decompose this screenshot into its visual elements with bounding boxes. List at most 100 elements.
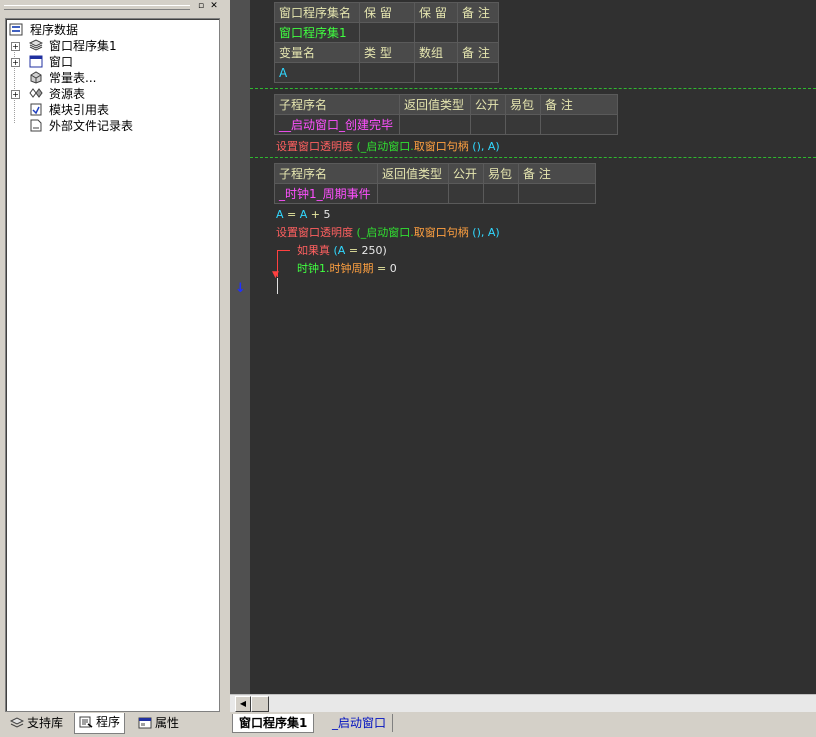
header-cell: 变量名 (274, 42, 360, 63)
operator: = (348, 244, 359, 257)
method-call: 取窗口句柄 (413, 140, 469, 153)
number-literal: 0 (389, 262, 397, 275)
table-cell[interactable] (448, 183, 484, 204)
code-line[interactable]: 设置窗口透明度 (_启动窗口.取窗口句柄 (), A) (276, 225, 500, 241)
table-cell[interactable] (457, 22, 499, 43)
section-separator (250, 157, 816, 158)
number-literal: 250) (361, 244, 387, 257)
header-cell: 窗口程序集名 (274, 2, 360, 23)
keyword: 如果真 (297, 244, 330, 257)
table-cell[interactable] (359, 62, 415, 83)
object-ref: 时钟1. (297, 262, 330, 275)
tree-item-label: 窗口 (49, 55, 74, 69)
table-cell[interactable] (505, 114, 541, 135)
header-cell: 保 留 (414, 2, 458, 23)
database-icon (9, 23, 23, 36)
table-cell[interactable] (399, 114, 471, 135)
method-call: 取窗口句柄 (413, 226, 469, 239)
line-gutter (230, 0, 250, 694)
func-call: 设置窗口透明度 (276, 140, 353, 153)
subroutine-table: 子程序名 返回值类型 公开 易包 备 注 _时钟1_周期事件 (274, 163, 596, 204)
program-icon (79, 716, 93, 728)
table-cell[interactable] (540, 114, 618, 135)
left-panel-tabs: 支持库 程序 属性 (0, 712, 226, 737)
table-cell[interactable] (483, 183, 519, 204)
var-ref: A (299, 208, 308, 221)
document-tabs: 窗口程序集1 _启动窗口 (230, 712, 816, 737)
func-args-tail: (), A) (472, 226, 500, 239)
subroutine-name-cell[interactable]: __启动窗口_创建完毕 (274, 114, 400, 135)
panel-grip[interactable] (4, 5, 190, 10)
header-cell: 子程序名 (274, 163, 378, 184)
scroll-left-icon[interactable]: ◀ (235, 696, 251, 712)
subroutine-table: 子程序名 返回值类型 公开 易包 备 注 __启动窗口_创建完毕 (274, 94, 618, 135)
close-icon[interactable]: ✕ (209, 1, 219, 11)
code-line-if[interactable]: 如果真 (A = 250) (297, 243, 387, 259)
tree-item-label: 资源表 (49, 87, 86, 101)
number-literal: 5 (323, 208, 331, 221)
header-cell: 类 型 (359, 42, 415, 63)
module-icon (30, 103, 42, 116)
layers-icon (29, 39, 43, 51)
tree-item-label: 外部文件记录表 (49, 119, 134, 133)
table-cell[interactable] (377, 183, 449, 204)
current-line-arrow-icon: ↓ (235, 281, 246, 296)
window-icon (29, 55, 43, 68)
library-icon (10, 717, 24, 728)
scroll-thumb[interactable] (251, 696, 269, 712)
header-cell: 子程序名 (274, 94, 400, 115)
table-cell[interactable] (414, 62, 458, 83)
header-cell: 备 注 (540, 94, 618, 115)
horizontal-scrollbar[interactable] (230, 694, 816, 713)
property-ref: 时钟周期 (329, 262, 374, 275)
header-cell: 返回值类型 (399, 94, 471, 115)
header-cell: 数组 (414, 42, 458, 63)
resource-icon (29, 88, 43, 98)
table-cell[interactable] (470, 114, 506, 135)
operator: = (377, 262, 387, 275)
tab-library[interactable]: 支持库 (6, 714, 67, 732)
subroutine-name-cell[interactable]: _时钟1_周期事件 (274, 183, 378, 204)
tree-item-label: 常量表... (49, 71, 97, 85)
text-caret (277, 278, 278, 294)
restore-icon[interactable]: ▫ (196, 1, 206, 11)
section-separator (250, 88, 816, 89)
project-tree[interactable]: 程序数据 + 窗口程序集1 + 窗口 常量表... + 资源表 模块引用表 外部… (5, 18, 220, 712)
expand-icon[interactable]: + (11, 58, 20, 67)
expand-icon[interactable]: + (11, 90, 20, 99)
tab-properties[interactable]: 属性 (134, 714, 183, 732)
expand-icon[interactable]: + (11, 42, 20, 51)
tab-program[interactable]: 程序 (74, 713, 126, 734)
code-line[interactable]: 设置窗口透明度 (_启动窗口.取窗口句柄 (), A) (276, 139, 500, 155)
property-icon (138, 717, 152, 729)
func-args-tail: (), A) (472, 140, 500, 153)
assembly-table: 窗口程序集名 保 留 保 留 备 注 窗口程序集1 变量名 类 型 数组 备 注… (274, 2, 499, 83)
code-editor[interactable]: 窗口程序集名 保 留 保 留 备 注 窗口程序集1 变量名 类 型 数组 备 注… (250, 0, 816, 694)
tab-assembly[interactable]: 窗口程序集1 (232, 714, 315, 733)
operator: = (287, 208, 297, 221)
left-panel: ▫ ✕ 程序数据 + 窗口程序集1 + 窗口 常量表... + 资源表 模块引用… (0, 0, 226, 737)
operator: + (310, 208, 320, 221)
table-cell[interactable] (457, 62, 499, 83)
tab-label: 支持库 (27, 716, 64, 730)
table-cell[interactable] (414, 22, 458, 43)
code-line[interactable]: A = A + 5 (276, 207, 331, 223)
func-args: (_启动窗口. (356, 226, 414, 239)
header-cell: 备 注 (457, 2, 499, 23)
header-cell: 备 注 (518, 163, 596, 184)
header-cell: 保 留 (359, 2, 415, 23)
tree-item-label: 窗口程序集1 (49, 39, 117, 53)
tab-startup-window[interactable]: _启动窗口 (326, 714, 394, 732)
header-cell: 返回值类型 (377, 163, 449, 184)
func-call: 设置窗口透明度 (276, 226, 353, 239)
table-cell[interactable] (518, 183, 596, 204)
table-cell[interactable] (359, 22, 415, 43)
panel-header: ▫ ✕ (0, 0, 226, 14)
header-cell: 公开 (448, 163, 484, 184)
code-line[interactable]: 时钟1.时钟周期 = 0 (297, 261, 397, 277)
header-cell: 备 注 (457, 42, 499, 63)
variable-name-cell[interactable]: A (274, 62, 360, 83)
header-cell: 公开 (470, 94, 506, 115)
assembly-name-cell[interactable]: 窗口程序集1 (274, 22, 360, 43)
var-ref: A (337, 244, 346, 257)
